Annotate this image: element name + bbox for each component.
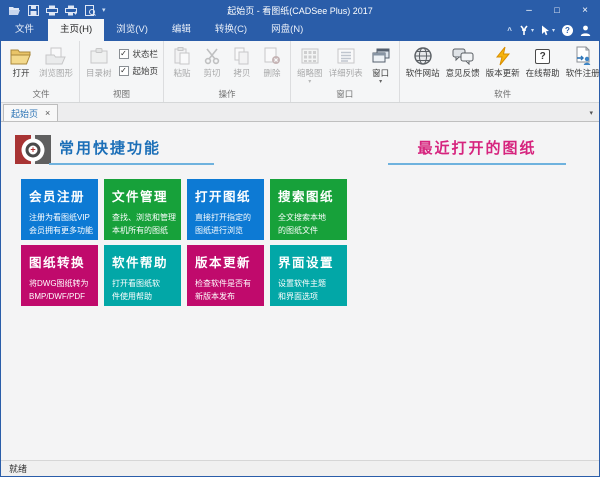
collapse-ribbon-icon[interactable]: ^ <box>507 26 512 35</box>
print-icon[interactable] <box>45 3 59 17</box>
delete-icon <box>263 44 281 68</box>
window-button[interactable]: 窗口 ▾ <box>366 42 396 85</box>
update-bolt-icon <box>495 44 511 68</box>
tile-drawing-convert[interactable]: 图纸转换 将DWG图纸转为 BMP/DWF/PDF <box>21 245 98 306</box>
group-label-software: 软件 <box>494 89 512 99</box>
dropdown-caret-icon: ▾ <box>551 27 555 34</box>
browse-drawings-button[interactable]: 浏览图形 <box>36 42 76 79</box>
online-help-button[interactable]: ? 在线帮助 <box>523 42 563 79</box>
windows-icon <box>371 44 391 68</box>
start-page: + 常用快捷功能 最近打开的图纸 会员注册 注册为看图纸VIP 会员拥有更多功能 … <box>1 122 599 460</box>
checkbox-checked-icon: ✓ <box>118 49 129 59</box>
menubar-right-icons: ^ ▾ ▾ ? <box>507 19 599 41</box>
tools-wrench-icon[interactable]: ▾ <box>519 25 534 36</box>
version-update-button[interactable]: 版本更新 <box>483 42 523 79</box>
ribbon-tab-bar: 文件 主页(H) 浏览(V) 编辑 转换(C) 网盘(N) ^ ▾ ▾ ? <box>1 19 599 41</box>
dropdown-caret-icon: ▾ <box>379 79 383 85</box>
copy-button[interactable]: 拷贝 <box>227 42 257 79</box>
title-bar: ▾ 起始页 - 看图纸(CADSee Plus) 2017 – □ × <box>1 1 599 19</box>
software-register-button[interactable]: 软件注册 <box>563 42 599 79</box>
copy-icon <box>233 44 251 68</box>
view-checkboxes: ✓ 状态栏 ✓ 起始页 <box>115 42 161 77</box>
ribbon: 打开 浏览图形 文件 目录树 ✓ 状态栏 ✓ 起始页 视图 粘贴 剪切 拷贝 删… <box>1 41 599 103</box>
tile-software-help[interactable]: 软件帮助 打开看图纸软 件使用帮助 <box>104 245 181 306</box>
tile-version-update[interactable]: 版本更新 检查软件是否有 新版本发布 <box>187 245 264 306</box>
group-label-view: 视图 <box>113 89 131 99</box>
app-window: ▾ 起始页 - 看图纸(CADSee Plus) 2017 – □ × 文件 主… <box>0 0 600 477</box>
ribbon-group-operations: 粘贴 剪切 拷贝 删除 操作 <box>164 41 292 102</box>
ribbon-group-file: 打开 浏览图形 文件 <box>3 41 81 102</box>
detail-list-button[interactable]: 详细列表 <box>326 42 366 79</box>
close-button[interactable]: × <box>571 1 599 19</box>
doc-tab-startpage[interactable]: 起始页 × <box>3 104 59 121</box>
group-label-operations: 操作 <box>218 89 236 99</box>
dropdown-caret-icon: ▾ <box>530 27 534 34</box>
checkbox-checked-icon: ✓ <box>118 66 129 76</box>
tab-netdisk[interactable]: 网盘(N) <box>259 19 315 41</box>
user-account-icon[interactable] <box>580 25 591 36</box>
app-logo: + <box>15 133 51 166</box>
cut-button[interactable]: 剪切 <box>197 42 227 79</box>
tile-file-manage[interactable]: 文件管理 查找、浏览和管理 本机所有的图纸 <box>104 179 181 240</box>
help-icon[interactable]: ? <box>562 24 573 36</box>
website-globe-icon <box>413 44 433 68</box>
quick-print-icon[interactable] <box>64 3 78 17</box>
shortcut-tiles: 会员注册 注册为看图纸VIP 会员拥有更多功能 文件管理 查找、浏览和管理 本机所有… <box>21 179 347 306</box>
qat-customize-dropdown-icon[interactable]: ▾ <box>102 7 106 14</box>
open-button[interactable]: 打开 <box>6 42 36 79</box>
delete-button[interactable]: 删除 <box>257 42 287 79</box>
left-title-underline <box>49 163 214 165</box>
common-functions-title: 常用快捷功能 <box>59 140 162 157</box>
ribbon-group-view: 目录树 ✓ 状态栏 ✓ 起始页 视图 <box>80 41 165 102</box>
browse-drawings-icon <box>45 44 67 68</box>
save-icon[interactable] <box>26 3 40 17</box>
detail-list-icon <box>337 44 355 68</box>
thumbnails-button[interactable]: 缩略图 ▾ <box>294 42 326 85</box>
group-label-window: 窗口 <box>336 89 354 99</box>
right-title-underline <box>388 163 566 165</box>
minimize-button[interactable]: – <box>515 1 543 19</box>
feedback-chat-icon <box>452 44 474 68</box>
software-website-button[interactable]: 软件网站 <box>403 42 443 79</box>
pointer-tool-icon[interactable]: ▾ <box>541 25 555 36</box>
folder-open-icon <box>10 44 32 68</box>
status-bar: 就绪 <box>1 460 599 476</box>
directory-tree-button[interactable]: 目录树 <box>83 42 115 79</box>
directory-tree-icon <box>88 44 110 68</box>
tab-list-dropdown-icon[interactable]: ▾ <box>589 109 593 117</box>
window-controls: – □ × <box>515 1 599 19</box>
open-file-icon[interactable] <box>7 3 21 17</box>
recent-drawings-title: 最近打开的图纸 <box>417 140 537 157</box>
crosshair-icon: + <box>25 142 41 157</box>
tab-browse[interactable]: 浏览(V) <box>104 19 160 41</box>
tab-convert[interactable]: 转换(C) <box>203 19 259 41</box>
paste-button[interactable]: 粘贴 <box>167 42 197 79</box>
thumbnails-grid-icon <box>301 44 319 68</box>
tab-close-icon[interactable]: × <box>45 108 50 118</box>
startpage-checkbox[interactable]: ✓ 起始页 <box>118 65 158 77</box>
online-help-icon: ? <box>535 44 551 68</box>
print-preview-icon[interactable] <box>83 3 97 17</box>
statusbar-checkbox[interactable]: ✓ 状态栏 <box>118 48 158 60</box>
register-doc-icon <box>573 44 593 68</box>
tile-open-drawing[interactable]: 打开图纸 直接打开指定的 图纸进行浏览 <box>187 179 264 240</box>
tab-edit[interactable]: 编辑 <box>160 19 203 41</box>
status-text: 就绪 <box>9 464 28 474</box>
group-label-file: 文件 <box>32 89 50 99</box>
tab-home[interactable]: 主页(H) <box>48 19 105 41</box>
paste-icon <box>173 44 191 68</box>
tile-search-drawing[interactable]: 搜索图纸 全文搜索本地 的图纸文件 <box>270 179 347 240</box>
tile-ui-settings[interactable]: 界面设置 设置软件主题 和界面选项 <box>270 245 347 306</box>
document-tab-strip: 起始页 × ▾ <box>1 103 599 122</box>
quick-access-toolbar: ▾ <box>1 3 106 17</box>
ribbon-group-software: 软件网站 意见反馈 版本更新 ? 在线帮助 软件注册 软件 <box>400 41 599 102</box>
ribbon-group-window: 缩略图 ▾ 详细列表 窗口 ▾ 窗口 <box>291 41 400 102</box>
cut-scissors-icon <box>203 44 221 68</box>
maximize-button[interactable]: □ <box>543 1 571 19</box>
feedback-button[interactable]: 意见反馈 <box>443 42 483 79</box>
tile-member-register[interactable]: 会员注册 注册为看图纸VIP 会员拥有更多功能 <box>21 179 98 240</box>
tab-file[interactable]: 文件 <box>1 19 48 41</box>
dropdown-caret-icon: ▾ <box>308 79 312 85</box>
